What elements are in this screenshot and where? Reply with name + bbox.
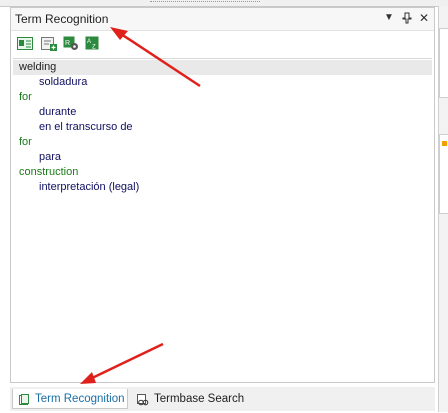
add-term-icon[interactable]: [41, 36, 57, 51]
target-term[interactable]: soldadura: [13, 75, 432, 90]
source-term[interactable]: welding: [13, 60, 432, 75]
tab-term-recognition[interactable]: Term Recognition: [12, 389, 128, 409]
side-tab-lower[interactable]: [439, 134, 448, 214]
dropdown-arrow-icon[interactable]: ▼: [382, 11, 396, 25]
panel-title: Term Recognition: [15, 12, 109, 26]
svg-text:A: A: [87, 39, 91, 45]
tab-label: Term Recognition: [35, 393, 125, 405]
svg-text:R: R: [65, 40, 70, 47]
bottom-tab-strip: Term Recognition Termbase Search: [10, 387, 435, 411]
term-results-list: welding soldadura for durante en el tran…: [13, 58, 432, 380]
top-window-strip: [0, 0, 448, 7]
source-term[interactable]: construction: [13, 165, 432, 180]
target-term[interactable]: durante: [13, 105, 432, 120]
pin-icon[interactable]: [400, 11, 414, 25]
term-settings-icon[interactable]: R: [63, 36, 79, 51]
source-term[interactable]: for: [13, 90, 432, 105]
source-term[interactable]: for: [13, 135, 432, 150]
term-toolbar: R AZ: [11, 31, 434, 57]
right-side-dock: [438, 6, 448, 412]
side-tab-marker-icon: [442, 141, 447, 146]
target-term[interactable]: interpretación (legal): [13, 180, 432, 195]
target-term[interactable]: para: [13, 150, 432, 165]
term-recognition-tab-icon: [18, 393, 30, 405]
tab-termbase-search[interactable]: Termbase Search: [132, 389, 245, 409]
close-icon[interactable]: ✕: [417, 11, 431, 25]
tab-label: Termbase Search: [154, 393, 245, 405]
term-recognition-panel: Term Recognition ▼ ✕ R AZ welding soldad…: [10, 7, 435, 383]
svg-text:Z: Z: [92, 45, 96, 51]
panel-titlebar: Term Recognition ▼ ✕: [11, 8, 434, 31]
target-term[interactable]: en el transcurso de: [13, 120, 432, 135]
termbase-search-tab-icon: [137, 393, 149, 406]
term-view-icon[interactable]: [17, 36, 33, 51]
sort-icon[interactable]: AZ: [85, 36, 101, 51]
side-tab-upper[interactable]: [439, 28, 448, 98]
